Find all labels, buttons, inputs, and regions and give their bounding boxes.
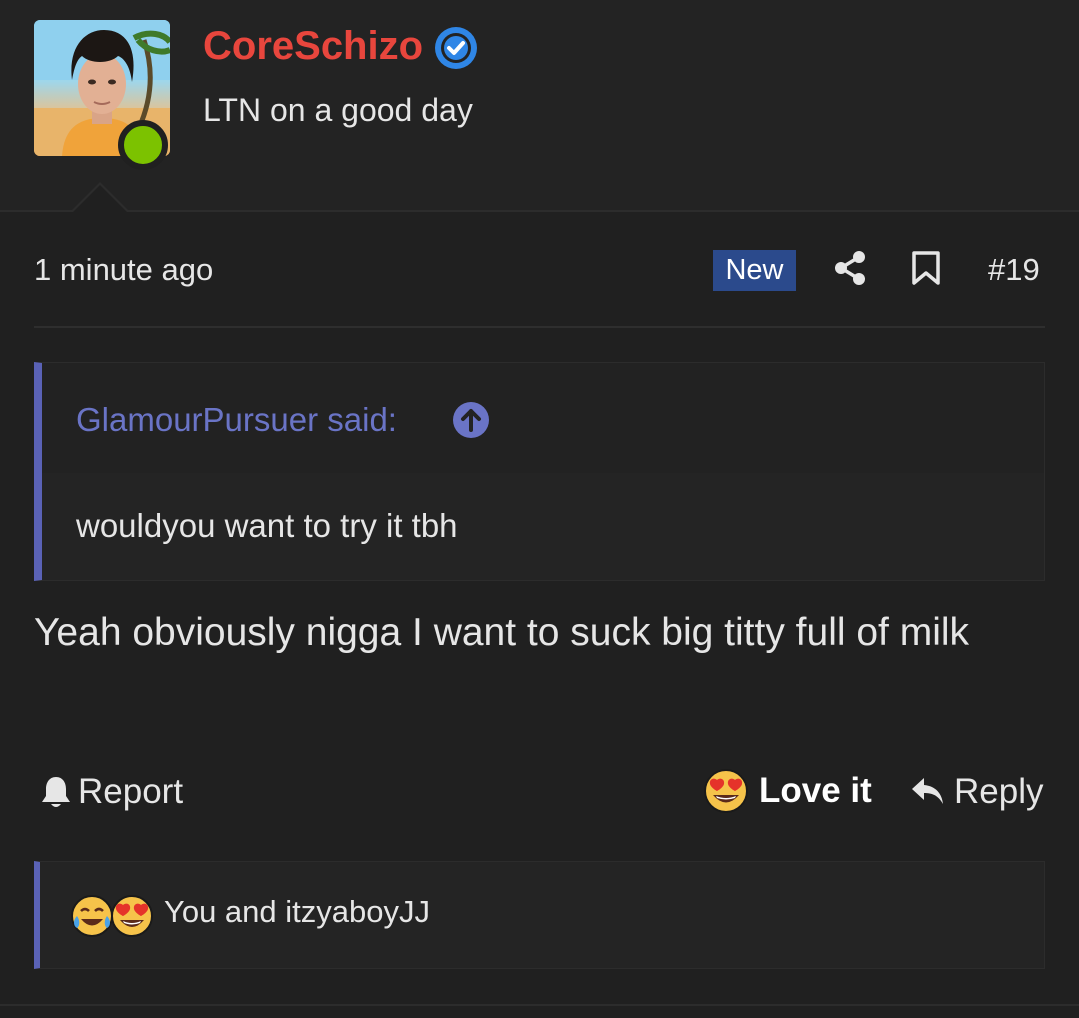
- share-icon[interactable]: [832, 250, 868, 286]
- online-status-dot: [118, 120, 168, 170]
- quote-author-link[interactable]: GlamourPursuer said:: [76, 401, 397, 439]
- heart-eyes-emoji-icon: [704, 769, 748, 813]
- quote-header: GlamourPursuer said:: [42, 363, 1044, 473]
- user-title: LTN on a good day: [203, 92, 473, 128]
- love-it-label: Love it: [759, 771, 872, 810]
- report-label: Report: [78, 772, 184, 811]
- quote-block: GlamourPursuer said: wouldyou want to tr…: [34, 362, 1045, 581]
- verified-check-icon: [435, 27, 477, 69]
- new-badge: New: [713, 250, 796, 291]
- heart-eyes-emoji-icon: [111, 895, 153, 937]
- reactions-summary[interactable]: You and itzyaboyJJ: [164, 894, 430, 930]
- divider: [34, 326, 1045, 328]
- post-message: Yeah obviously nigga I want to suck big …: [34, 611, 970, 654]
- quote-text: wouldyou want to try it tbh: [76, 507, 458, 544]
- reply-button[interactable]: Reply: [910, 770, 1043, 814]
- post-number-link[interactable]: #19: [988, 252, 1040, 288]
- tears-of-joy-emoji-icon: [71, 895, 113, 937]
- reactions-bar[interactable]: You and itzyaboyJJ: [34, 861, 1045, 969]
- bell-icon: [42, 777, 70, 807]
- post-time[interactable]: 1 minute ago: [34, 252, 213, 288]
- post-author-header: CoreSchizo LTN on a good day: [0, 0, 1079, 212]
- reply-arrow-icon: [912, 778, 943, 804]
- divider: [0, 1004, 1079, 1006]
- love-it-button[interactable]: Love it: [703, 768, 872, 814]
- bookmark-icon[interactable]: [910, 250, 942, 286]
- report-button[interactable]: Report: [40, 770, 183, 814]
- reply-label: Reply: [954, 772, 1044, 811]
- arrow-up-circle-icon[interactable]: [452, 401, 490, 439]
- username[interactable]: CoreSchizo: [203, 24, 423, 69]
